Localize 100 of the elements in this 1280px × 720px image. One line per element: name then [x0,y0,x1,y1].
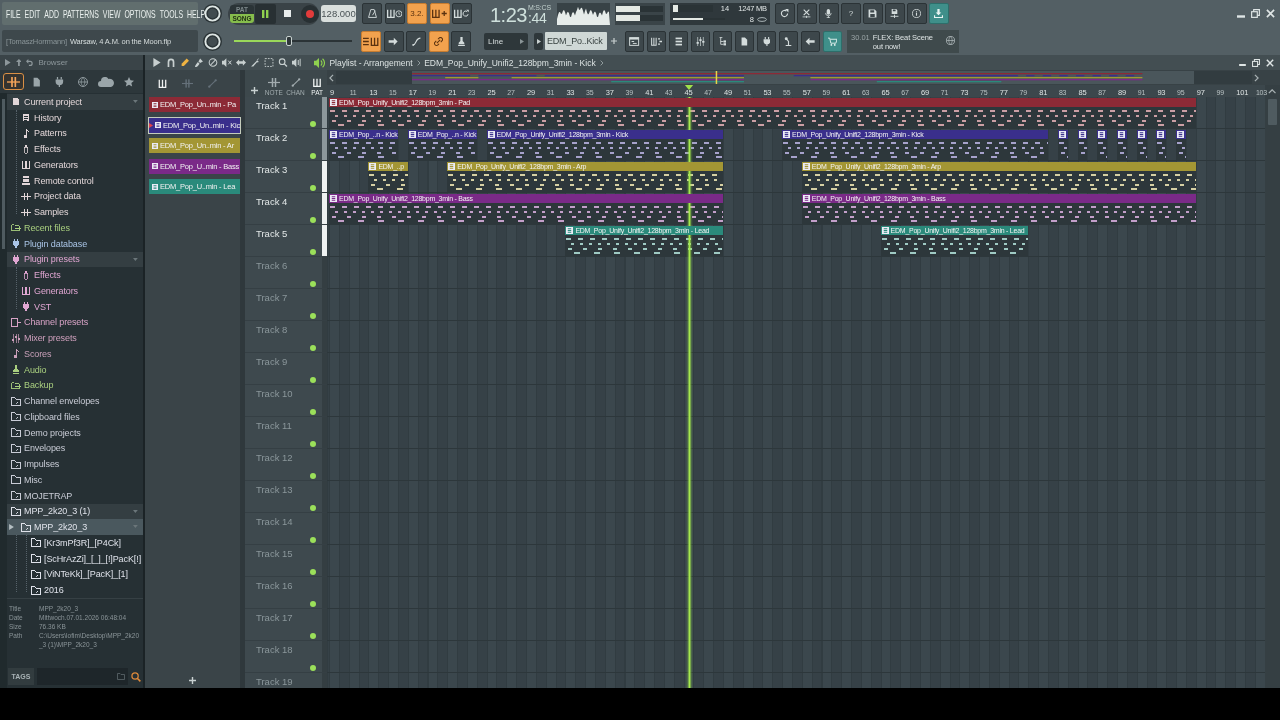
tree-item[interactable]: Clipboard files [7,409,143,425]
undo-icon[interactable] [26,59,34,66]
knob[interactable] [203,4,222,23]
restore-icon[interactable] [1252,58,1260,67]
tree-item[interactable]: Backup [7,377,143,394]
browser-tab[interactable] [3,73,24,90]
magnet-icon[interactable] [166,58,176,67]
overview-drawing[interactable] [336,71,1252,84]
track-header[interactable]: Track 4 [245,193,327,225]
arrow-up-icon[interactable] [15,59,22,66]
toolbar-button[interactable] [625,30,644,52]
tree-item[interactable]: Plugin database [7,235,143,252]
toolbar-button[interactable] [362,3,382,24]
menu-item[interactable]: OPTIONS [124,7,156,20]
track-header[interactable]: Track 5 [245,225,327,257]
toolbar-button[interactable]: ? [840,3,861,24]
tree-item[interactable]: MPP_2k20_3 (1) [7,503,143,520]
toolbar-button[interactable] [818,3,839,24]
tree-item[interactable]: Impulses [7,456,143,472]
tree-item[interactable]: Channel envelopes [7,393,143,409]
pattern-clip[interactable] [1156,130,1167,160]
restore-icon[interactable] [1251,9,1260,18]
led-icon[interactable] [310,121,316,127]
scrollbar[interactable] [240,70,245,688]
toolbar-button[interactable] [452,3,472,24]
scroll-thumb[interactable] [1268,99,1277,125]
plus-icon[interactable] [251,87,258,94]
toolbar-button[interactable] [361,30,381,52]
led-icon[interactable] [310,377,316,383]
search-field[interactable] [37,668,128,685]
tree-item[interactable]: MOJETRAP [7,487,143,504]
minimize-icon[interactable] [1237,14,1245,18]
toolbar-button[interactable] [823,30,842,52]
tree-item[interactable]: Remote control [7,172,143,189]
led-icon[interactable] [310,537,316,543]
toolbar-button[interactable] [862,3,883,24]
tree-item[interactable]: Patterns [7,125,143,142]
speaker-cross-icon[interactable] [222,58,232,67]
toolbar-button[interactable] [383,30,404,52]
knife-icon[interactable] [250,58,260,67]
toolbar-button[interactable] [406,30,426,52]
led-icon[interactable] [310,409,316,415]
tree-item[interactable]: Demo projects [7,424,143,441]
tempo-display[interactable]: 128.000 [321,5,356,22]
tree-item[interactable]: Audio [7,361,143,378]
led-icon[interactable] [310,217,316,223]
triangle-right-icon[interactable] [152,58,162,67]
menu-item[interactable]: EDIT [24,7,41,20]
scroll-thumb[interactable] [2,99,5,249]
pattern-selector[interactable]: EDM_Po..Kick [545,32,607,50]
led-icon[interactable] [310,345,316,351]
close-icon[interactable] [1266,58,1274,67]
pencil-icon[interactable] [180,58,190,67]
toolbar-button[interactable] [774,3,795,24]
pattern-clip[interactable] [1176,130,1186,160]
led-icon[interactable] [310,473,316,479]
zoom-icon[interactable] [278,58,288,67]
chevron-right-icon[interactable] [1254,73,1259,82]
led-icon[interactable] [310,153,316,159]
led-icon[interactable] [310,505,316,511]
no-entry-icon[interactable] [208,58,218,67]
tree-item[interactable]: Effects [7,141,143,157]
led-icon[interactable] [310,281,316,287]
toolbar-button[interactable] [757,30,776,52]
menu-item[interactable]: TOOLS [159,7,183,20]
speaker-icon[interactable] [292,58,302,67]
brush-icon[interactable] [194,58,204,67]
close-icon[interactable] [1266,9,1275,18]
tree-item[interactable]: Misc [7,472,143,488]
tree-item[interactable]: Scores [7,346,143,362]
track-header[interactable]: Track 2 [245,129,327,161]
led-icon[interactable] [310,441,316,447]
tree-item[interactable]: VST [7,298,143,315]
led-icon[interactable] [310,633,316,639]
toolbar-button[interactable] [669,30,688,52]
tree-item[interactable]: [ScHrAzZi]_[_]_[!]PacK[!] [7,550,143,567]
scrollbar[interactable] [0,93,7,688]
pattern-clip[interactable] [1097,130,1108,160]
knob[interactable] [203,31,222,51]
zoom-icon[interactable] [131,671,141,682]
tree-item[interactable]: [ViNTeKk]_[PacK]_[1] [7,566,143,583]
tree-item[interactable]: Recent files [7,220,143,236]
toolbar-button[interactable] [428,30,449,52]
toolbar-button[interactable] [691,30,710,52]
tree-item[interactable]: History [7,109,143,126]
tree-item[interactable]: Channel presets [7,314,143,331]
tree-item[interactable]: Plugin presets [7,251,143,268]
globe-icon[interactable] [946,35,955,45]
tree-item[interactable]: 2016 [7,582,143,598]
track-header[interactable]: Track 1 [245,97,327,129]
led-icon[interactable] [310,569,316,575]
tree-item[interactable]: Current project [7,94,143,110]
tree-item[interactable]: [Kr3mPf3R]_[P4Ck] [7,535,143,551]
menu-item[interactable]: VIEW [102,7,121,20]
tree-item[interactable]: Project data [7,188,143,205]
double-arrow-icon[interactable] [236,58,246,67]
toolbar-button[interactable] [779,30,798,52]
menu-item[interactable]: HELP [186,7,206,20]
toolbar-button[interactable] [647,30,666,52]
toolbar-button[interactable]: 3.2. [407,3,427,24]
